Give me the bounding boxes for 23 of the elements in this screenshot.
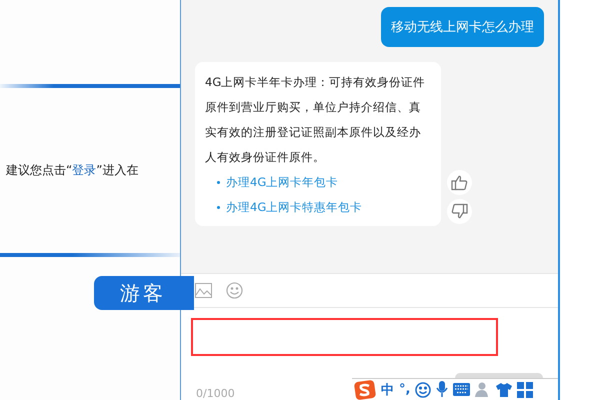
answer-text: 4G上网卡半年卡办理：可持有效身份证件原件到营业厅购买，单位户持介绍信、真实有效的注册登记证照副本原件以及经办人有效身份证件原件。 <box>205 74 426 166</box>
suggestion-link[interactable]: 办理4G上网卡年包卡 <box>226 170 338 195</box>
login-link[interactable]: 登录 <box>72 162 96 179</box>
suggestion-link[interactable]: 办理4G上网卡特惠年包卡 <box>226 195 362 220</box>
language-toggle[interactable]: 中 <box>381 380 394 398</box>
image-icon[interactable] <box>195 282 212 298</box>
thumbs-down-icon[interactable] <box>447 199 472 224</box>
message-input[interactable] <box>191 318 498 356</box>
microphone-icon[interactable] <box>436 381 448 398</box>
grid-icon[interactable] <box>517 382 534 398</box>
shirt-icon[interactable] <box>496 382 512 398</box>
emoji-icon[interactable] <box>226 282 243 299</box>
guest-button[interactable]: 游客 <box>94 276 194 310</box>
char-counter: 0/1000 <box>196 387 235 400</box>
notice-text: ”进入在 <box>96 162 138 179</box>
thumbs-up-icon[interactable] <box>447 170 472 195</box>
keyboard-icon[interactable] <box>453 383 470 396</box>
notice-text: 建议您点击“ <box>6 162 72 179</box>
user-message: 移动无线上网卡怎么办理 <box>381 7 544 47</box>
punctuation-toggle[interactable]: °, <box>399 382 410 397</box>
bullet-icon <box>217 181 220 184</box>
emoji-icon[interactable] <box>415 382 432 398</box>
bullet-icon <box>217 206 220 209</box>
